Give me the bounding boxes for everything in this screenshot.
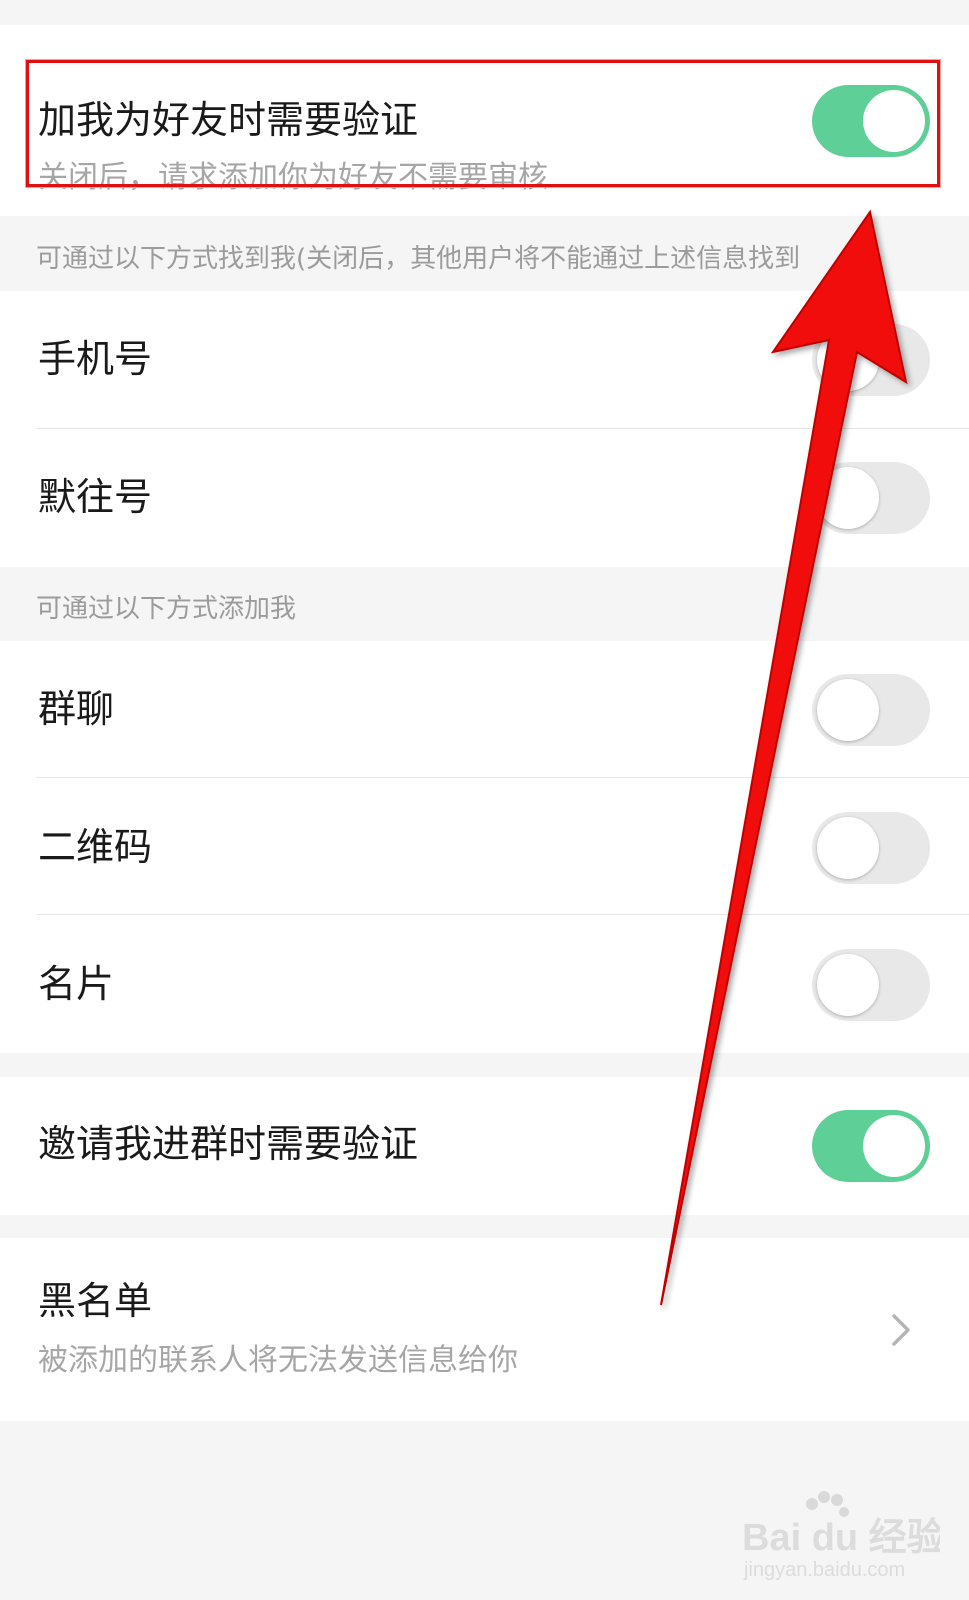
find-me-group: 手机号 默往号 bbox=[0, 291, 969, 567]
add-me-section-label: 可通过以下方式添加我 bbox=[36, 594, 297, 624]
group-chat-toggle[interactable] bbox=[812, 674, 930, 746]
qr-code-label: 二维码 bbox=[38, 825, 153, 869]
find-me-section-label: 可通过以下方式找到我(关闭后，其他用户将不能通过上述信息找到 bbox=[36, 244, 801, 274]
watermark-url: jingyan.baidu.com bbox=[743, 1559, 905, 1581]
toggle-knob bbox=[863, 90, 925, 152]
group-invite-verify-row[interactable]: 邀请我进群时需要验证 bbox=[0, 1077, 969, 1215]
account-id-toggle[interactable] bbox=[812, 462, 930, 534]
divider bbox=[36, 777, 969, 778]
add-me-group: 群聊 二维码 名片 bbox=[0, 641, 969, 1053]
phone-number-label: 手机号 bbox=[38, 337, 153, 381]
group-invite-verify-title: 邀请我进群时需要验证 bbox=[38, 1122, 419, 1166]
verify-on-add-title: 加我为好友时需要验证 bbox=[38, 98, 419, 142]
verify-on-add-toggle[interactable] bbox=[812, 85, 930, 157]
toggle-knob bbox=[817, 954, 879, 1016]
business-card-toggle[interactable] bbox=[812, 949, 930, 1021]
phone-number-toggle[interactable] bbox=[812, 324, 930, 396]
divider bbox=[36, 428, 969, 429]
toggle-knob bbox=[817, 467, 879, 529]
business-card-label: 名片 bbox=[38, 962, 115, 1006]
toggle-knob bbox=[863, 1115, 925, 1177]
baidu-jingyan-watermark: Bai du 经验 jingyan.baidu.com bbox=[742, 1491, 940, 1581]
blacklist-row[interactable]: 黑名单 被添加的联系人将无法发送信息给你 bbox=[0, 1238, 969, 1421]
blacklist-subtitle: 被添加的联系人将无法发送信息给你 bbox=[38, 1343, 518, 1378]
watermark-logo-text: Bai du 经验 bbox=[742, 1517, 940, 1559]
chevron-right-icon bbox=[892, 1314, 910, 1346]
toggle-knob bbox=[817, 679, 879, 741]
divider bbox=[36, 914, 969, 915]
account-id-label: 默往号 bbox=[38, 475, 153, 519]
verify-on-add-subtitle: 关闭后，请求添加你为好友不需要审核 bbox=[38, 160, 548, 195]
qr-code-toggle[interactable] bbox=[812, 812, 930, 884]
toggle-knob bbox=[817, 817, 879, 879]
group-chat-label: 群聊 bbox=[38, 687, 115, 731]
toggle-knob bbox=[817, 329, 879, 391]
group-invite-verify-toggle[interactable] bbox=[812, 1110, 930, 1182]
verify-on-add-row[interactable]: 加我为好友时需要验证 关闭后，请求添加你为好友不需要审核 bbox=[0, 25, 969, 216]
blacklist-title: 黑名单 bbox=[38, 1279, 153, 1323]
